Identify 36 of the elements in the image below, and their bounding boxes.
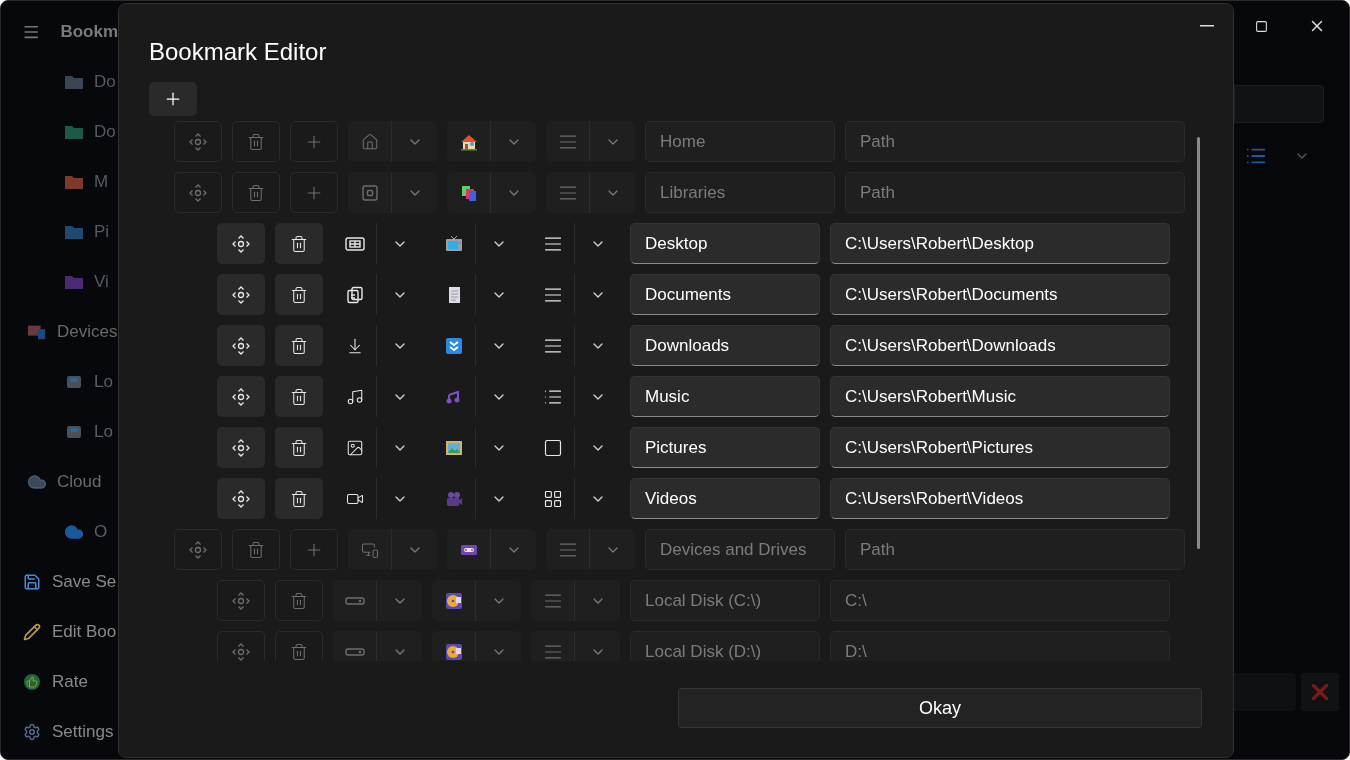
sidebar-item[interactable]: Edit Boo	[1, 607, 118, 657]
name-field[interactable]: Desktop	[630, 223, 820, 264]
sidebar-item[interactable]: M	[1, 157, 118, 207]
name-field[interactable]: Local Disk (C:\)	[630, 580, 820, 621]
path-field[interactable]: C:\	[830, 580, 1170, 621]
name-field[interactable]: Videos	[630, 478, 820, 519]
path-field[interactable]: Path	[845, 172, 1185, 213]
sidebar-item[interactable]: Rate	[1, 657, 118, 707]
dialog-title: Bookmark Editor	[149, 37, 327, 67]
path-field[interactable]: C:\Users\Robert\Downloads	[830, 325, 1170, 366]
name-field[interactable]: Home	[645, 121, 835, 162]
path-field[interactable]: C:\Users\Robert\Pictures	[830, 427, 1170, 468]
name-field[interactable]: Libraries	[645, 172, 835, 213]
path-field[interactable]: C:\Users\Robert\Documents	[830, 274, 1170, 315]
sidebar-item[interactable]: Settings	[1, 707, 118, 757]
sidebar-item[interactable]: Cloud	[1, 457, 118, 507]
path-field[interactable]: C:\Users\Robert\Videos	[830, 478, 1170, 519]
path-field[interactable]: Path	[845, 529, 1185, 570]
okay-button[interactable]: Okay	[678, 688, 1202, 728]
name-field[interactable]: Documents	[630, 274, 820, 315]
sidebar-item[interactable]: Save Se	[1, 557, 118, 607]
name-field[interactable]: Downloads	[630, 325, 820, 366]
path-field[interactable]: C:\Users\Robert\Music	[830, 376, 1170, 417]
name-field[interactable]: Devices and Drives	[645, 529, 835, 570]
sidebar-item[interactable]: Lo	[1, 357, 118, 407]
sidebar-item[interactable]: Vi	[1, 257, 118, 307]
name-field[interactable]: Music	[630, 376, 820, 417]
path-field[interactable]: D:\	[830, 631, 1170, 661]
sidebar-item[interactable]: Devices	[1, 307, 118, 357]
name-field[interactable]: Pictures	[630, 427, 820, 468]
name-field[interactable]: Local Disk (D:\)	[630, 631, 820, 661]
app-title: Bookm	[60, 21, 118, 44]
sidebar-item[interactable]: Lo	[1, 407, 118, 457]
path-field[interactable]: C:\Users\Robert\Desktop	[830, 223, 1170, 264]
path-field[interactable]: Path	[845, 121, 1185, 162]
sidebar-item[interactable]: O	[1, 507, 118, 557]
